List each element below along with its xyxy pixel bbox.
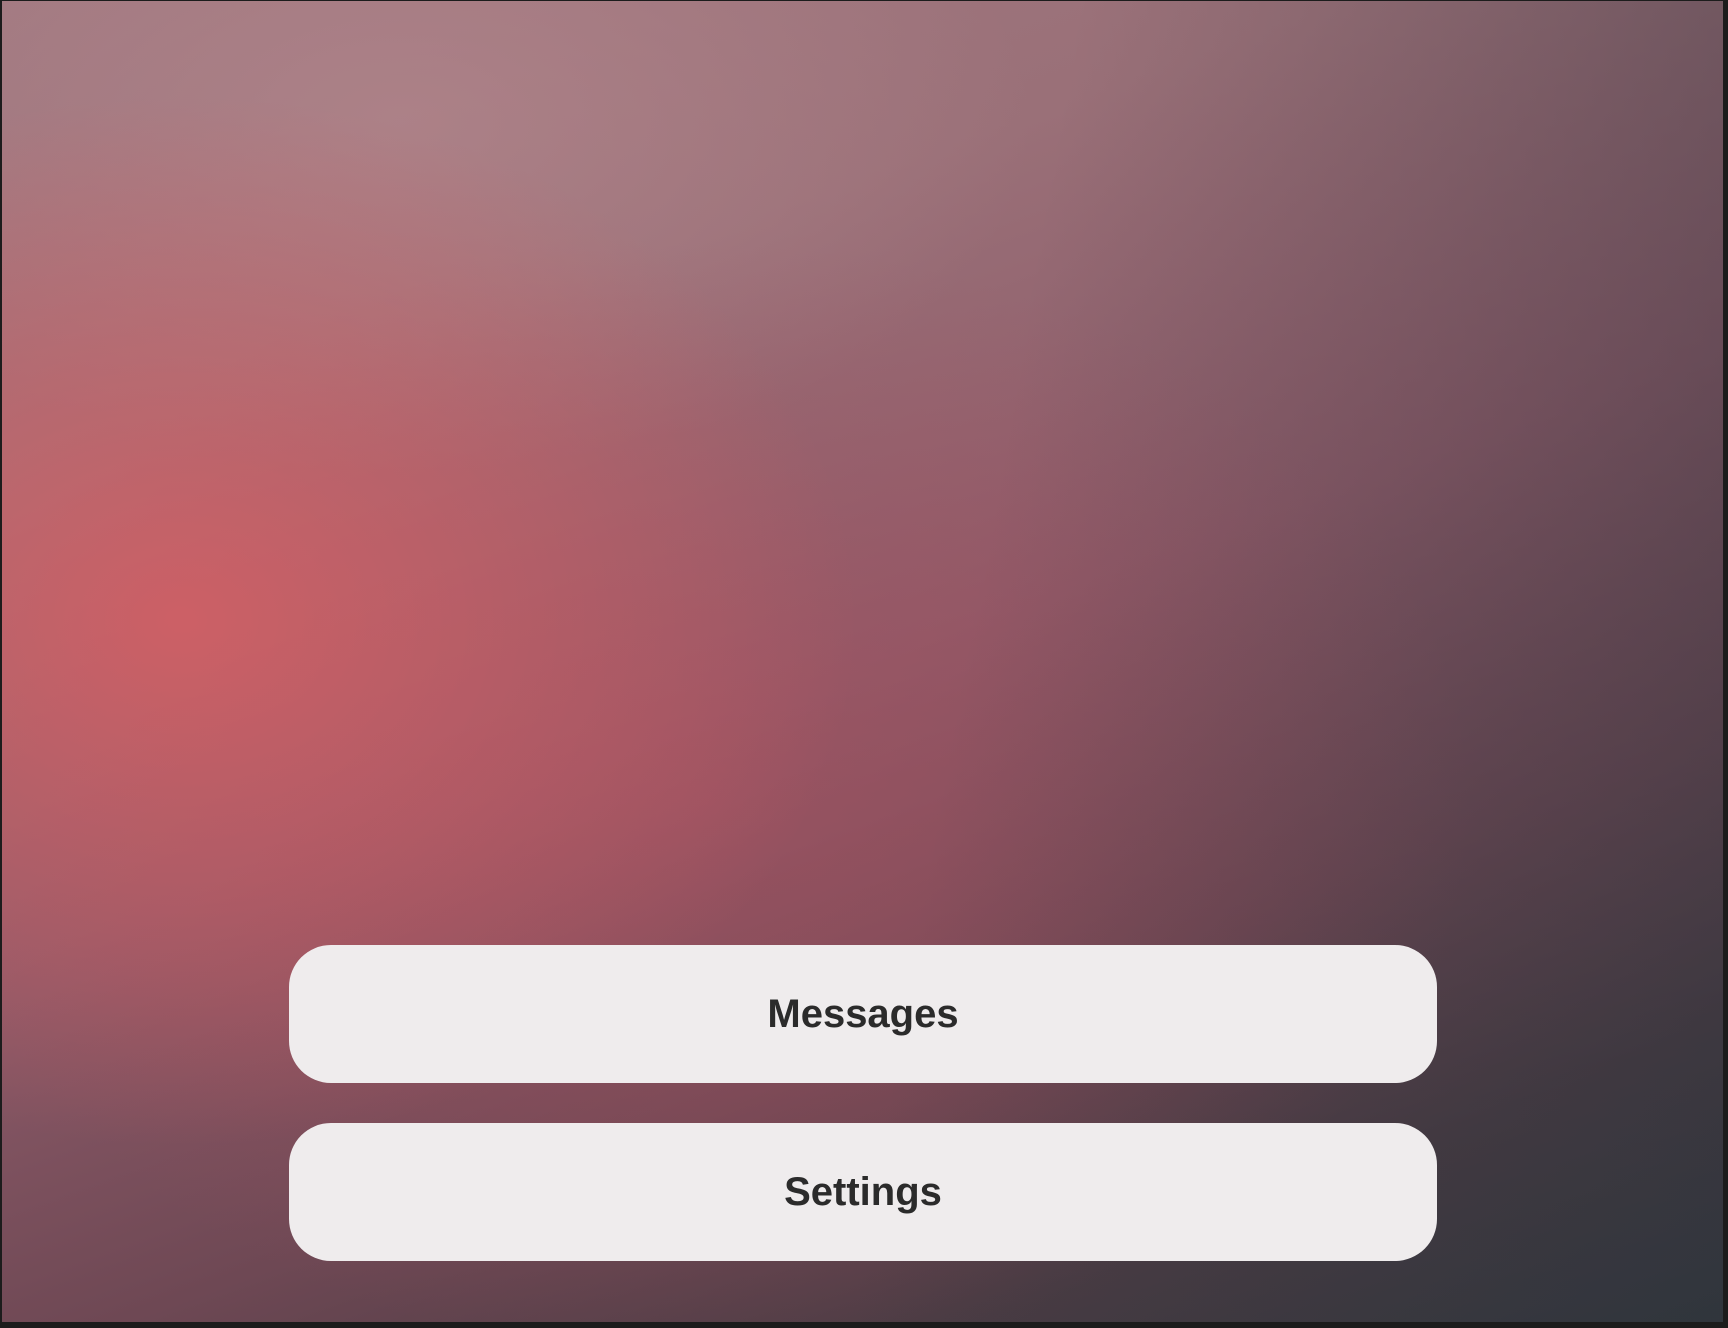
settings-button[interactable]: Settings <box>289 1123 1437 1261</box>
home-screen: Messages Settings <box>2 1 1723 1322</box>
settings-button-label: Settings <box>784 1169 942 1214</box>
messages-button[interactable]: Messages <box>289 945 1437 1083</box>
messages-button-label: Messages <box>767 991 959 1036</box>
